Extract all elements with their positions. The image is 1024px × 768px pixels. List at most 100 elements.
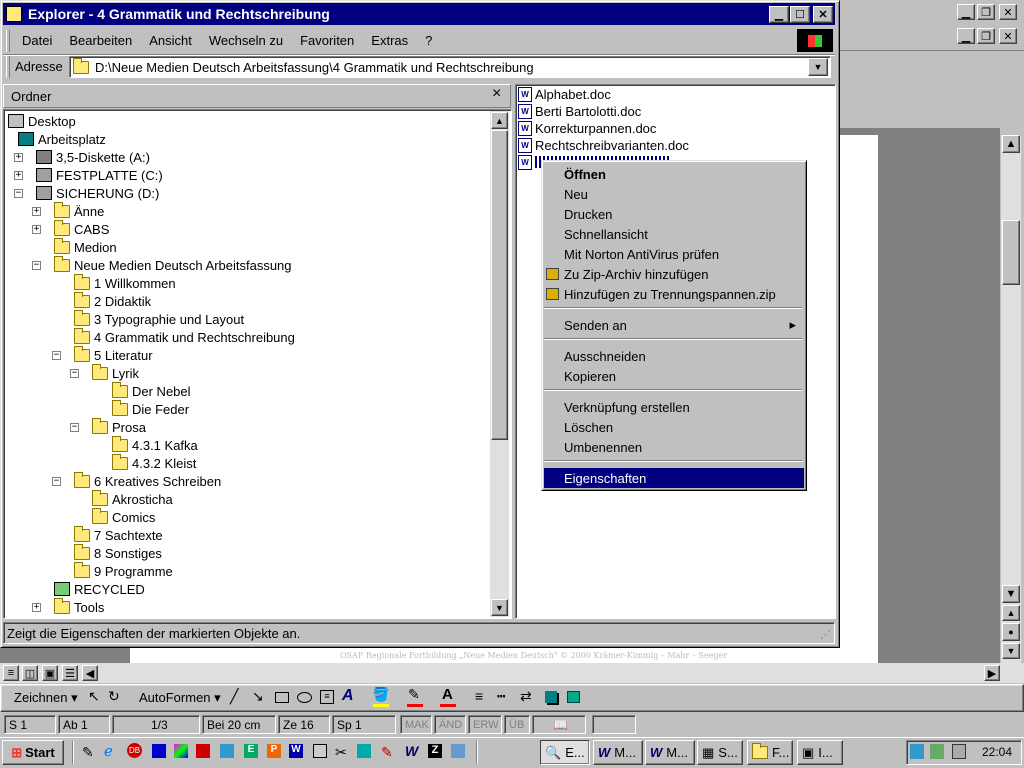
tree-node[interactable]: Prosa [92,417,146,436]
tree-node[interactable]: Der Nebel [112,381,191,400]
outline-view-icon[interactable]: ☰ [62,665,78,681]
tree-node[interactable]: 2 Didaktik [74,291,151,310]
tree-node[interactable]: Medion [54,237,117,256]
quicklaunch-icon-14[interactable]: ✎ [381,744,393,761]
line-icon[interactable]: ╱ [230,688,238,705]
tree-scroll-up-icon[interactable]: ▲ [491,112,508,129]
rectangle-icon[interactable] [275,692,289,703]
tree-node[interactable]: Comics [92,507,155,526]
quicklaunch-icon-5[interactable] [174,744,188,758]
menu-item[interactable]: Extras [371,33,414,48]
quicklaunch-icon-4[interactable] [152,744,166,758]
tree-node[interactable]: Änne [54,201,104,220]
dash-style-icon[interactable]: ┅ [497,688,505,705]
context-menu-item[interactable]: Löschen [542,417,804,437]
ie-icon[interactable]: ℯ [104,742,113,760]
tree-scroll-down-icon[interactable]: ▼ [491,599,508,616]
rotate-icon[interactable]: ↻ [108,688,120,705]
quicklaunch-icon-17[interactable] [451,744,465,758]
menu-item[interactable]: Bearbeiten [69,33,138,48]
minimize-button[interactable]: ▁ [769,6,789,23]
tree-node[interactable]: Tools [54,597,104,616]
tree-node[interactable]: 4.3.2 Kleist [112,453,196,472]
quicklaunch-icon-6[interactable] [196,744,210,758]
status-mak[interactable]: MAK [400,715,432,734]
status-erw[interactable]: ERW [468,715,502,734]
tree-node[interactable]: Desktop [8,112,76,130]
quicklaunch-icon-7[interactable] [220,744,234,758]
task-word-1[interactable]: W M... [593,740,643,765]
tree-node[interactable]: 8 Sonstiges [74,543,162,562]
tree-scroll-thumb[interactable] [491,130,508,440]
3d-icon[interactable] [567,691,580,703]
context-menu-item[interactable]: Umbenennen [542,437,804,457]
address-dropdown-icon[interactable]: ▼ [808,58,828,76]
layout-view-icon[interactable]: ▣ [42,665,58,681]
word-hscroll[interactable] [0,663,1024,683]
scroll-thumb[interactable] [1002,220,1020,285]
collapse-icon[interactable]: − [52,351,61,360]
arrow-icon[interactable]: ↘ [252,688,264,705]
folder-pane-close-icon[interactable]: × [492,85,501,103]
menu-item[interactable]: ? [425,33,438,48]
expand-icon[interactable]: + [14,171,23,180]
context-menu-item[interactable]: Verknüpfung erstellen [542,397,804,417]
word-minimize-button[interactable]: ▁ [957,4,975,20]
line-color-icon[interactable]: ✎ [408,686,420,703]
expand-icon[interactable]: + [32,225,41,234]
tree-node[interactable]: 1 Willkommen [74,273,176,292]
context-menu-item[interactable]: Mit Norton AntiVirus prüfen [542,244,804,264]
expand-icon[interactable]: + [32,207,41,216]
fill-color-icon[interactable]: 🪣 [372,686,389,703]
quicklaunch-icon-3[interactable]: DB [127,743,142,758]
close-button[interactable]: ✕ [813,6,833,23]
prev-page-icon[interactable]: ▲ [1002,605,1020,621]
task-explorer[interactable]: 🔍 E... [540,740,590,765]
tree-node[interactable]: Lyrik [92,363,139,382]
autoshapes-menu-button[interactable]: AutoFormen ▾ [139,690,221,706]
task-i[interactable]: ▣ I... [797,740,843,765]
textbox-icon[interactable]: ≡ [320,690,334,704]
doc-restore-button[interactable]: ❐ [977,28,995,44]
tree-node[interactable]: 3 Typographie und Layout [74,309,244,328]
tree-node[interactable]: 6 Kreatives Schreiben [74,471,221,490]
menu-item[interactable]: Ansicht [149,33,198,48]
context-menu-item[interactable]: Eigenschaften [544,468,804,488]
spellcheck-icon[interactable]: 📖 [532,715,586,734]
scroll-down-icon[interactable]: ▼ [1002,585,1020,603]
context-menu-item[interactable]: Kopieren [542,366,804,386]
context-menu-item[interactable]: Senden an ▸ [542,315,804,335]
normal-view-icon[interactable]: ≡ [3,665,19,681]
tree-node[interactable]: RECYCLED [54,580,145,598]
status-aend[interactable]: ÄND [434,715,466,734]
online-view-icon[interactable]: ◫ [22,665,38,681]
tree-node[interactable]: 3,5-Diskette (A:) [36,148,150,166]
tray-icon-1[interactable] [910,744,924,759]
tree-node[interactable]: FESTPLATTE (C:) [36,166,163,184]
powerpoint-icon[interactable]: P [267,744,281,758]
arrow-style-icon[interactable]: ⇄ [520,688,532,705]
tree-node[interactable]: 7 Sachtexte [74,525,163,544]
tree-node[interactable]: 5 Literatur [74,345,153,364]
context-menu-item[interactable]: Öffnen [542,164,804,184]
line-style-icon[interactable]: ≡ [475,688,483,704]
next-page-icon[interactable]: ▼ [1002,643,1020,659]
task-folder[interactable]: F... [747,740,793,765]
doc-close-button[interactable]: ✕ [999,28,1017,44]
hscroll-left-icon[interactable]: ◀ [82,665,98,681]
tree-node[interactable]: SICHERUNG (D:) [36,184,159,202]
word-restore-button[interactable]: ❐ [977,4,995,20]
word-vscroll[interactable] [1001,135,1021,663]
status-ueb[interactable]: ÜB [504,715,530,734]
menu-item[interactable]: Wechseln zu [209,33,289,48]
context-menu-item[interactable]: Schnellansicht [542,224,804,244]
collapse-icon[interactable]: − [14,189,23,198]
scroll-up-icon[interactable]: ▲ [1002,135,1020,153]
wordart-icon[interactable]: A [342,687,354,705]
quicklaunch-icon-12[interactable]: ✂ [335,744,347,761]
quicklaunch-icon-13[interactable] [357,744,371,758]
collapse-icon[interactable]: − [70,369,79,378]
expand-icon[interactable]: + [14,153,23,162]
doc-minimize-button[interactable]: ▁ [957,28,975,44]
quicklaunch-w-icon[interactable]: W [405,743,418,759]
